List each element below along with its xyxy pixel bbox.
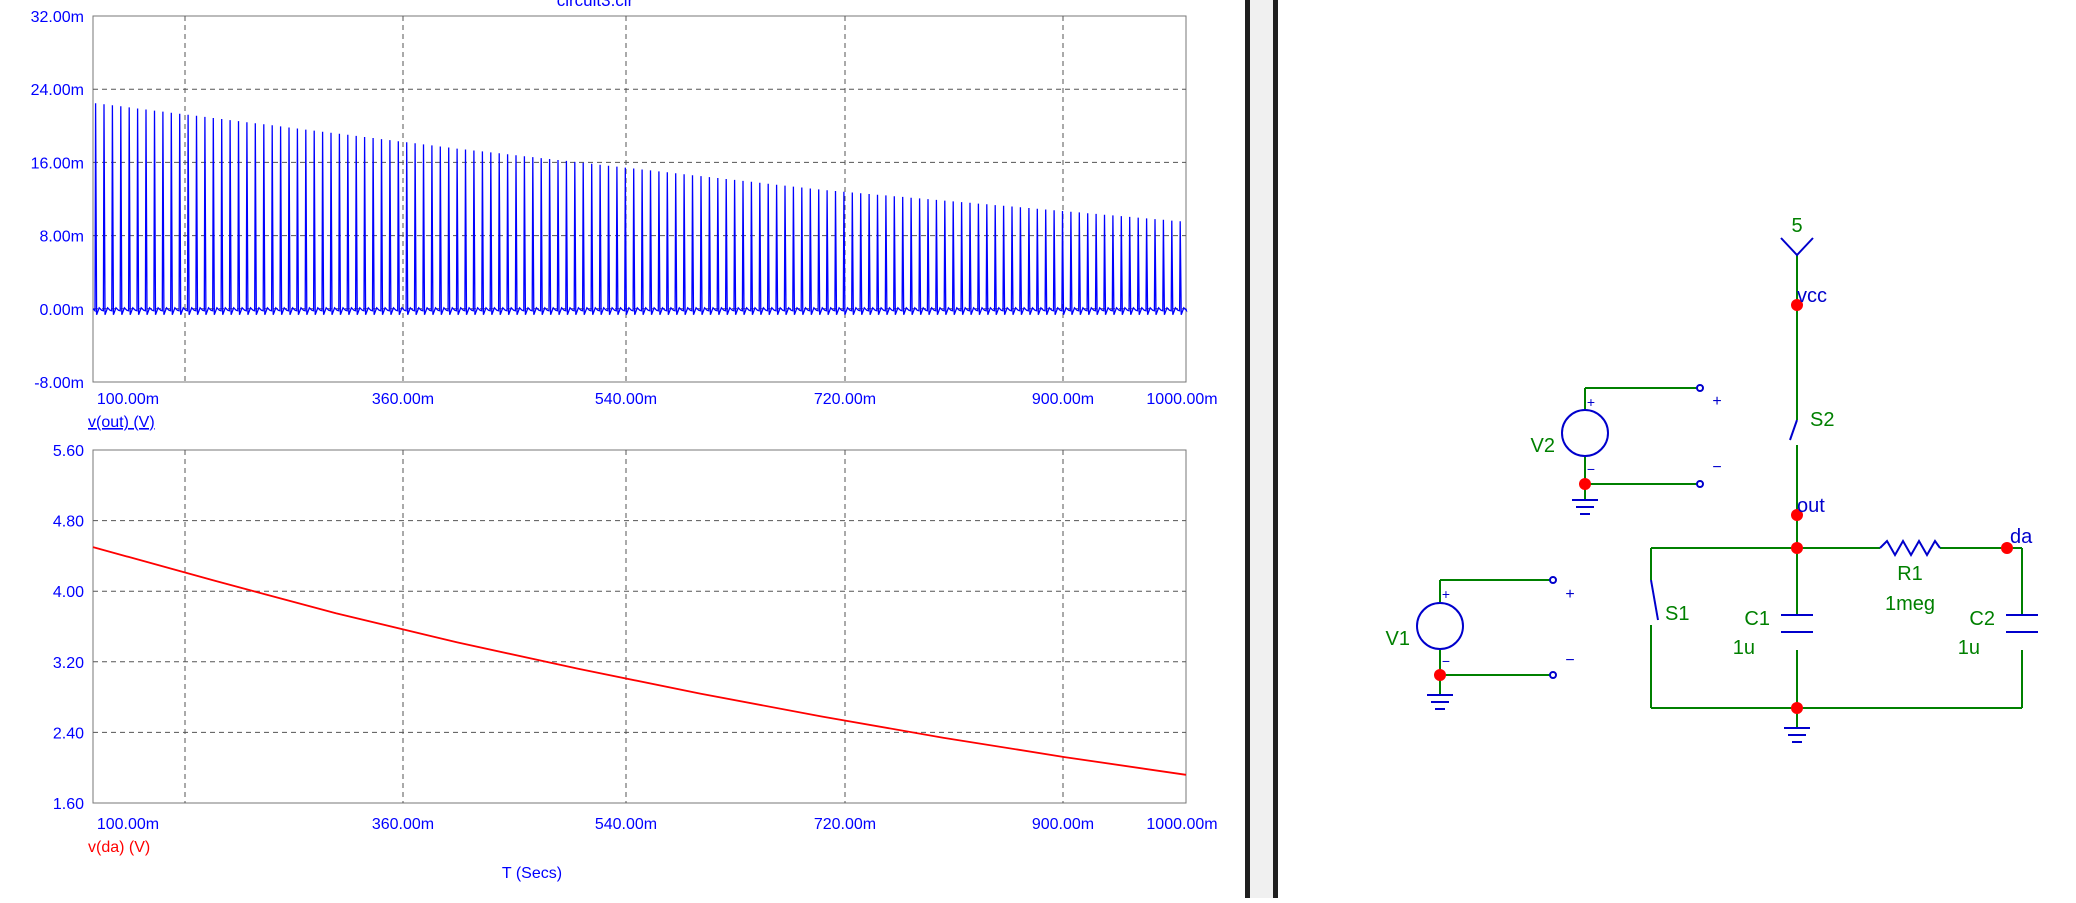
switch-s1	[1650, 579, 1659, 621]
v1-term-plus-sign: +	[1565, 586, 1574, 603]
vcc-arrow-icon	[1780, 237, 1814, 257]
top-plot-frame	[92, 15, 1187, 383]
x-tick-label: 100.00m	[97, 816, 159, 833]
v2-plus-sign: +	[1587, 394, 1595, 410]
v1-minus-sign: −	[1442, 653, 1450, 669]
y-tick-label: 3.20	[53, 655, 84, 672]
v1-plus-terminal	[1549, 576, 1557, 584]
voltage-source-v1	[1416, 602, 1464, 650]
ground-icon-v1	[1427, 694, 1453, 710]
y-tick-label: 0.00m	[40, 302, 84, 319]
splitter-edge-left	[1245, 0, 1250, 898]
waveform-viewer[interactable]: circuit3.cir 32.00m 24.00m 16.00m 8.00m 0.00…	[0, 0, 1245, 898]
schematic-labels: 5 vcc out da S2 S1 V2 V1 R1 1meg C1 1u C…	[1386, 215, 2034, 669]
r1-value: 1meg	[1885, 593, 1935, 615]
v1-term-minus-sign: −	[1565, 652, 1574, 669]
node-v2-minus	[1579, 478, 1591, 490]
waveform-plots[interactable]: circuit3.cir 32.00m 24.00m 16.00m 8.00m 0.00…	[0, 0, 1245, 898]
schematic-canvas[interactable]: 5 vcc out da S2 S1 V2 V1 R1 1meg C1 1u C…	[1278, 0, 2076, 898]
v1-plus-sign: +	[1442, 586, 1450, 602]
ground-icon-main	[1784, 727, 1810, 743]
v2-label: V2	[1531, 435, 1555, 457]
y-tick-label: 1.60	[53, 796, 84, 813]
y-tick-label: 5.60	[53, 443, 84, 460]
bottom-plot-x-tick-labels: 100.00m 360.00m 540.00m 720.00m 900.00m 1000.…	[97, 816, 1218, 833]
resistor-r1	[1879, 538, 1941, 558]
x-tick-label: 540.00m	[595, 816, 657, 833]
c2-label: C2	[1969, 608, 1995, 630]
pane-splitter[interactable]	[1245, 0, 1278, 898]
v2-term-plus-sign: +	[1712, 393, 1721, 410]
y-tick-label: 32.00m	[31, 9, 84, 26]
time-axis-label: T (Secs)	[502, 865, 562, 882]
vcc-node-label: vcc	[1797, 285, 1827, 307]
v2-term-minus-sign: −	[1712, 459, 1721, 476]
v2-minus-sign: −	[1587, 461, 1595, 477]
y-tick-label: -8.00m	[34, 375, 84, 392]
x-tick-label: 100.00m	[97, 391, 159, 408]
schematic-nodes	[1434, 299, 2013, 714]
plot-title: circuit3.cir	[557, 0, 634, 10]
vcc-value-label: 5	[1791, 215, 1802, 237]
v1-label: V1	[1386, 628, 1410, 650]
c1-value: 1u	[1733, 637, 1755, 659]
node-junction-top	[1791, 542, 1803, 554]
v2-plus-terminal	[1696, 384, 1704, 392]
x-tick-label: 360.00m	[372, 391, 434, 408]
y-tick-label: 2.40	[53, 725, 84, 742]
x-tick-label: 720.00m	[814, 816, 876, 833]
top-plot-y-tick-labels: 32.00m 24.00m 16.00m 8.00m 0.00m -8.00m	[31, 9, 84, 392]
x-tick-label: 540.00m	[595, 391, 657, 408]
v-da-trace-label[interactable]: v(da) (V)	[88, 839, 150, 856]
da-node-label: da	[2010, 526, 2033, 548]
bottom-plot-y-tick-labels: 5.60 4.80 4.00 3.20 2.40 1.60	[53, 443, 84, 813]
c2-value: 1u	[1958, 637, 1980, 659]
schematic-wires	[1439, 255, 2023, 728]
y-tick-label: 16.00m	[31, 155, 84, 172]
schematic-components	[1416, 237, 2038, 743]
x-tick-label: 360.00m	[372, 816, 434, 833]
x-tick-label: 900.00m	[1032, 391, 1094, 408]
schematic-editor[interactable]: 5 vcc out da S2 S1 V2 V1 R1 1meg C1 1u C…	[1278, 0, 2076, 898]
v-out-trace-label[interactable]: v(out) (V)	[88, 414, 155, 431]
x-tick-label: 720.00m	[814, 391, 876, 408]
s1-label: S1	[1665, 603, 1689, 625]
c1-label: C1	[1744, 608, 1770, 630]
r1-label: R1	[1897, 563, 1923, 585]
y-tick-label: 8.00m	[40, 229, 84, 246]
node-ground	[1791, 702, 1803, 714]
switch-s2	[1789, 419, 1798, 441]
y-tick-label: 24.00m	[31, 82, 84, 99]
s2-label: S2	[1810, 409, 1834, 431]
voltage-source-v2	[1561, 409, 1609, 457]
v1-minus-terminal	[1549, 671, 1557, 679]
x-tick-label: 1000.00m	[1146, 391, 1217, 408]
x-tick-label: 1000.00m	[1146, 816, 1217, 833]
v2-minus-terminal	[1696, 480, 1704, 488]
top-plot-x-tick-labels: 100.00m 360.00m 540.00m 720.00m 900.00m 1000.…	[97, 391, 1218, 408]
ground-icon-v2	[1572, 499, 1598, 515]
out-node-label: out	[1797, 495, 1825, 517]
y-tick-label: 4.80	[53, 514, 84, 531]
node-v1-minus	[1434, 669, 1446, 681]
x-tick-label: 900.00m	[1032, 816, 1094, 833]
y-tick-label: 4.00	[53, 584, 84, 601]
